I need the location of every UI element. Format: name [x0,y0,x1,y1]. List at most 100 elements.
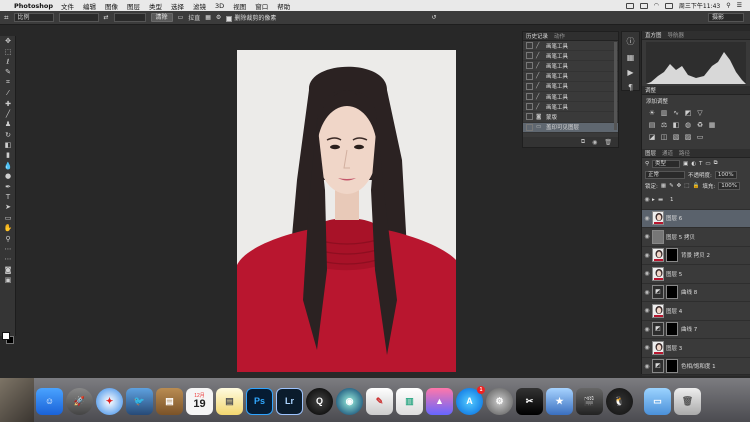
layer-row[interactable]: ◉ 图层 4 [642,302,750,321]
lock-position-icon[interactable]: ✥ [677,183,682,189]
layer-row[interactable]: ◉ 背景 拷贝 2 [642,247,750,265]
settings-icon[interactable]: ⚙ [216,14,221,21]
workspace-select[interactable]: 摄影 [708,13,744,22]
history-item[interactable]: ◙ 蒙版 [523,112,618,123]
final-cut-icon[interactable]: ✂ [516,387,543,415]
curves-icon[interactable]: ∿ [672,109,680,117]
visibility-eye-icon[interactable]: ◉ [642,307,652,314]
menu-list-icon[interactable]: ☰ [737,2,742,9]
pixel-filter-icon[interactable]: ▣ [683,161,688,167]
eraser-tool-icon[interactable]: ◧ [0,140,16,150]
visibility-eye-icon[interactable]: ◉ [642,233,652,240]
more-tools-icon[interactable]: ⋯ [0,244,16,254]
history-source-checkbox[interactable] [526,72,533,80]
history-item[interactable]: ╱ 画笔工具 [523,92,618,103]
quick-mask-icon[interactable]: ◙ [0,265,16,275]
menu-help[interactable]: 帮助 [277,1,290,11]
menu-file[interactable]: 文件 [61,1,74,11]
tab-paths[interactable]: 路径 [679,149,690,157]
marquee-tool-icon[interactable]: ⬚ [0,46,16,56]
history-item[interactable]: ▭ 盖印可见图层 [523,122,618,133]
notes-icon[interactable]: ▤ [156,387,183,415]
visibility-eye-icon[interactable]: ◉ [642,215,652,222]
history-source-checkbox[interactable] [526,113,533,121]
history-item[interactable]: ╱ 画笔工具 [523,72,618,82]
tab-navigator[interactable]: 导航器 [668,31,685,39]
status-icon[interactable] [625,2,634,9]
layer-row[interactable]: ◉ ◩ 色相/饱和度 1 [642,358,750,376]
layer-row[interactable]: ◉ 图层 5 拷贝 [642,228,750,247]
gradient-tool-icon[interactable]: ▮ [0,150,16,160]
color-lookup-icon[interactable]: ▦ [708,121,716,129]
adjust-filter-icon[interactable]: ◐ [691,161,696,167]
lock-paint-icon[interactable]: ✎ [669,183,674,189]
height-field[interactable] [113,13,146,22]
history-item[interactable]: ╱ 画笔工具 [523,51,618,62]
hand-tool-icon[interactable]: ✋ [0,223,16,233]
wifi-icon[interactable]: ◠ [654,2,659,9]
history-item[interactable]: ╱ 画笔工具 [523,82,618,92]
downloads-folder-icon[interactable]: ▭ [644,387,671,415]
menu-type[interactable]: 类型 [149,1,162,11]
photobooth-icon[interactable]: ◉ [336,387,363,415]
delete-cropped-checkbox[interactable]: 删除裁剪的像素 [226,13,276,22]
path-select-tool-icon[interactable]: ➤ [0,202,16,212]
app-menu[interactable]: Photoshop [14,2,53,10]
blur-tool-icon[interactable]: 💧 [0,161,16,171]
foreground-color-swatch[interactable] [2,332,10,340]
history-item[interactable]: ╱ 画笔工具 [523,61,618,72]
menu-view[interactable]: 视图 [233,1,246,11]
layer-row[interactable]: ◉ 图层 6 [642,209,750,228]
layer-row[interactable]: ◉ 图层 5 [642,265,750,284]
tab-histogram[interactable]: 直方图 [645,31,662,39]
history-source-checkbox[interactable] [526,42,533,50]
swap-icon[interactable]: ⇄ [104,14,109,21]
history-source-checkbox[interactable] [526,82,533,90]
threshold-icon[interactable]: ▧ [672,133,680,141]
preview-icon[interactable]: 🐦 [126,387,153,415]
keynote-icon[interactable]: ▲ [426,387,453,415]
menu-edit[interactable]: 编辑 [83,1,96,11]
layer-mask-thumbnail[interactable] [666,285,678,300]
tab-layers[interactable]: 图层 [645,149,656,157]
info-panel-icon[interactable]: ⓘ [627,36,635,47]
levels-icon[interactable]: ▥ [660,109,668,117]
grid-overlay-icon[interactable]: ▦ [205,14,211,21]
lightroom-dock-icon[interactable]: Lr [276,387,303,415]
hue-saturation-icon[interactable]: ▤ [648,121,656,129]
eyedropper-tool-icon[interactable]: ⁄ [0,88,16,98]
launchpad-icon[interactable]: 🚀 [66,387,93,415]
vibrance-icon[interactable]: ▽ [696,109,704,117]
color-balance-icon[interactable]: ⚖ [660,121,668,129]
zoom-tool-icon[interactable]: ⚲ [0,233,16,243]
clone-stamp-tool-icon[interactable]: ♟ [0,119,16,129]
history-item[interactable]: ╱ 画笔工具 [523,41,618,52]
textedit-icon[interactable]: ✎ [366,387,393,415]
visibility-eye-icon[interactable]: ◉ [642,270,652,277]
invert-icon[interactable]: ◪ [648,133,656,141]
channel-mixer-icon[interactable]: ♻ [696,121,704,129]
menu-window[interactable]: 窗口 [255,1,268,11]
crop-tool-icon[interactable]: ⌗ [4,13,9,23]
history-source-checkbox[interactable] [526,103,533,111]
history-source-checkbox[interactable] [526,62,533,70]
quick-select-tool-icon[interactable]: ✎ [0,67,16,77]
safari-icon[interactable]: ✦ [96,387,123,415]
lock-pixels-icon[interactable]: ▦ [661,183,666,189]
history-scrollbar[interactable] [614,42,617,130]
reset-icon[interactable]: ↺ [431,14,436,21]
history-item[interactable]: ╱ 画笔工具 [523,102,618,113]
black-white-icon[interactable]: ◧ [672,121,680,129]
gradient-map-icon[interactable]: ▭ [696,133,704,141]
visibility-eye-icon[interactable]: ◉ [642,344,652,351]
rectangle-tool-icon[interactable]: ▭ [0,213,16,223]
visibility-eye-icon[interactable]: ◉ [642,196,652,203]
history-source-checkbox[interactable] [526,52,533,60]
tab-actions[interactable]: 动作 [554,32,565,40]
edit-toolbar-icon[interactable]: ⋯ [0,254,16,264]
menu-layer[interactable]: 图层 [127,1,140,11]
calendar-icon[interactable]: 12月 19 [186,387,213,415]
swatches-panel-icon[interactable]: ▦ [627,53,635,62]
battery-icon[interactable] [664,2,673,9]
layer-row[interactable]: ◉ 图层 3 [642,339,750,358]
